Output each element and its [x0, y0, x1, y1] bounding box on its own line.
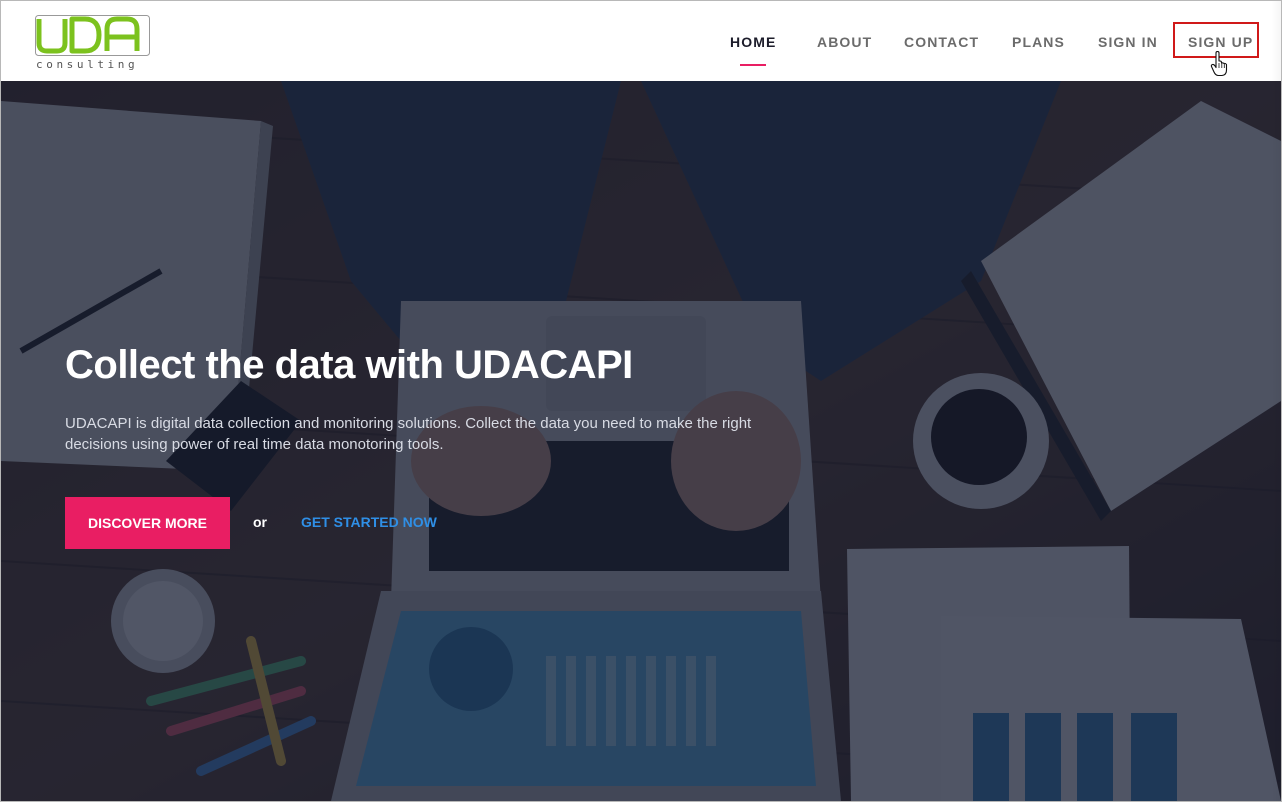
nav-home[interactable]: HOME: [730, 34, 776, 50]
nav-active-indicator: [740, 64, 766, 66]
nav-sign-in[interactable]: SIGN IN: [1098, 34, 1158, 50]
uda-logo-mark: consulting: [35, 15, 150, 71]
discover-more-button[interactable]: DISCOVER MORE: [65, 497, 230, 549]
nav-contact[interactable]: CONTACT: [904, 34, 979, 50]
site-header: consulting HOME ABOUT CONTACT PLANS SIGN…: [1, 1, 1281, 81]
hero-description: UDACAPI is digital data collection and m…: [65, 415, 752, 453]
hero-section: Collect the data with UDACAPI UDACAPI is…: [1, 81, 1281, 801]
nav-about[interactable]: ABOUT: [817, 34, 872, 50]
logo-subtext: consulting: [36, 58, 138, 71]
browser-frame: consulting HOME ABOUT CONTACT PLANS SIGN…: [0, 0, 1282, 802]
or-separator: or: [253, 514, 267, 530]
nav-plans[interactable]: PLANS: [1012, 34, 1065, 50]
uda-logo[interactable]: consulting: [35, 15, 153, 71]
get-started-now-link[interactable]: GET STARTED NOW: [301, 514, 437, 530]
hand-pointer-cursor-icon: [1210, 51, 1228, 77]
hero-title: Collect the data with UDACAPI: [65, 343, 633, 387]
scrollbar-edge: [1271, 1, 1281, 801]
